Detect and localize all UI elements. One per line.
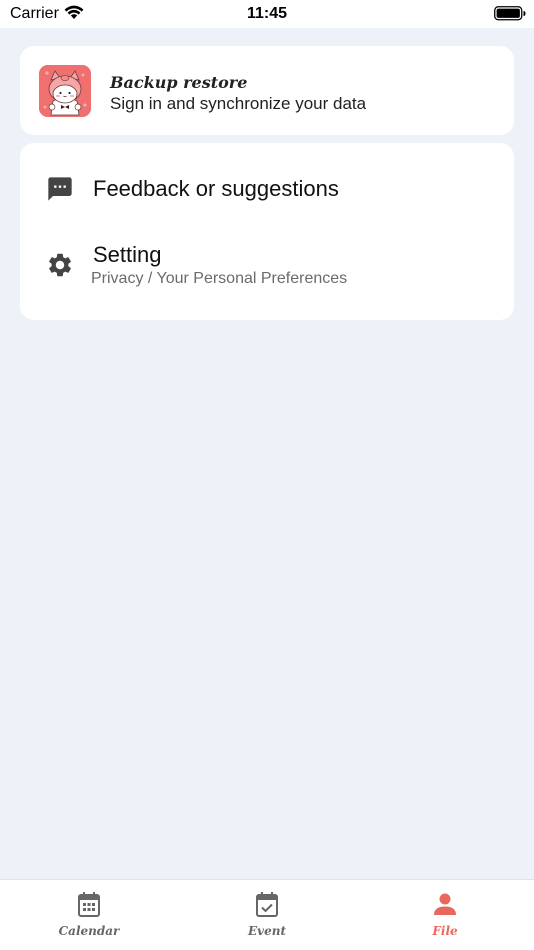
tab-file-label: File: [432, 924, 458, 938]
status-bar: Carrier 11:45: [0, 0, 534, 28]
backup-subtitle: Sign in and synchronize your data: [110, 94, 367, 113]
clock: 11:45: [246, 5, 288, 22]
setting-subtitle: Privacy / Your Personal Preferences: [91, 270, 348, 287]
gear-icon: [46, 251, 74, 284]
tab-event-label: Event: [247, 924, 287, 938]
feedback-title: Feedback or suggestions: [93, 176, 339, 201]
backup-restore-card[interactable]: Backup restore Sign in and synchronize y…: [20, 46, 514, 135]
tab-event[interactable]: Event: [178, 880, 356, 950]
tab-file[interactable]: File: [356, 880, 534, 950]
calendar-grid-icon: [77, 892, 101, 923]
chat-bubble-icon: [46, 175, 74, 208]
setting-title: Setting: [93, 242, 162, 267]
battery-icon: [494, 6, 526, 26]
feedback-menu-item[interactable]: Feedback or suggestions: [20, 157, 514, 221]
tab-bar: Calendar Event File: [0, 879, 534, 950]
backup-title: Backup restore: [110, 73, 248, 92]
tab-calendar-label: Calendar: [58, 924, 120, 938]
pig-mascot-avatar: [39, 65, 91, 117]
setting-menu-item[interactable]: Setting Privacy / Your Personal Preferen…: [20, 235, 514, 305]
tab-calendar[interactable]: Calendar: [0, 880, 178, 950]
calendar-check-icon: [255, 892, 279, 923]
person-icon: [433, 892, 457, 923]
menu-card: Feedback or suggestions Setting Privacy …: [20, 143, 514, 320]
